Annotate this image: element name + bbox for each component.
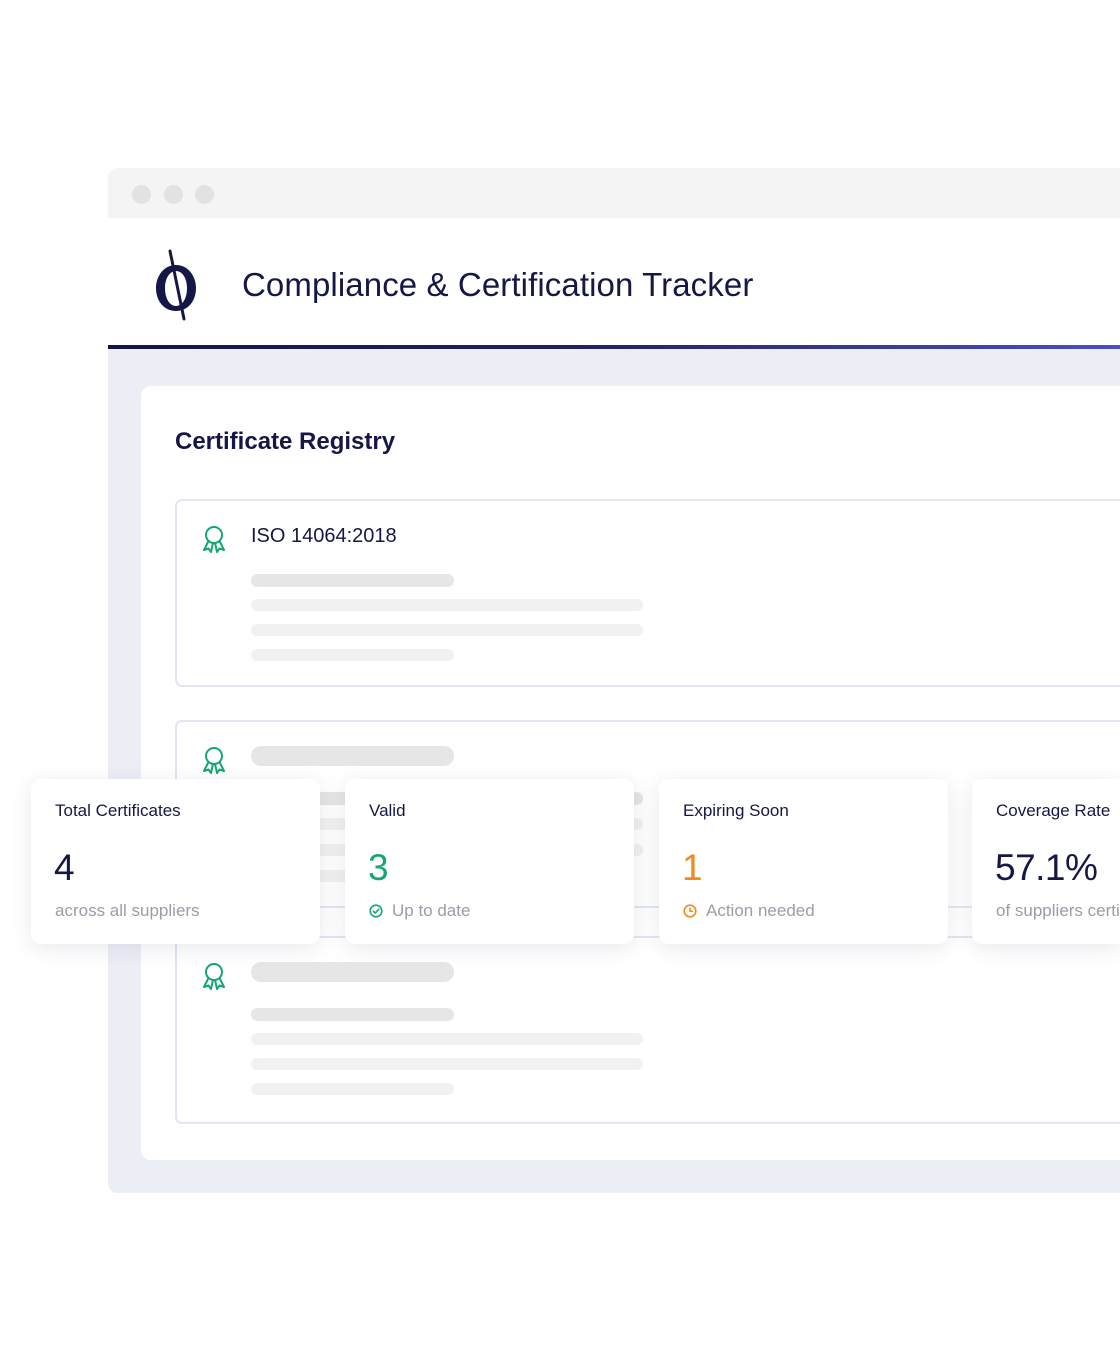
skeleton-title (251, 746, 454, 766)
panel-title: Certificate Registry (175, 428, 396, 455)
stat-card-total-certificates[interactable]: Total Certificates 4 across all supplier… (31, 779, 320, 944)
stat-subtext: Action needed (706, 901, 815, 920)
stat-card-expiring-soon[interactable]: Expiring Soon 1 Action needed (659, 779, 948, 944)
award-ribbon-icon (203, 526, 225, 553)
stat-value: 1 (682, 847, 703, 888)
skeleton-line (251, 624, 643, 636)
skeleton-line (251, 599, 643, 611)
stat-value: 57.1% (995, 847, 1098, 888)
skeleton-line (251, 649, 454, 661)
stat-label: Valid (369, 801, 406, 820)
stat-subtext: across all suppliers (55, 901, 200, 920)
app-title: Compliance & Certification Tracker (242, 266, 754, 303)
clock-icon (683, 904, 697, 918)
browser-window: Compliance & Certification Tracker Certi… (108, 168, 1120, 1193)
brand-logo-icon (156, 249, 196, 321)
stat-value: 3 (368, 847, 389, 888)
stat-card-coverage-rate[interactable]: Coverage Rate 57.1% of suppliers certifi… (972, 779, 1120, 944)
skeleton-line (251, 1058, 643, 1070)
stat-label: Total Certificates (55, 801, 181, 820)
window-minimize-dot[interactable] (164, 185, 183, 204)
skeleton-line (251, 1033, 643, 1045)
stat-label: Coverage Rate (996, 801, 1111, 820)
award-ribbon-icon (203, 747, 225, 774)
certificate-card[interactable] (175, 936, 1120, 1124)
check-circle-icon (369, 904, 383, 918)
stat-label: Expiring Soon (683, 801, 789, 820)
window-close-dot[interactable] (132, 185, 151, 204)
stat-subtext: of suppliers certified (996, 901, 1120, 920)
stat-subtext: Up to date (392, 901, 471, 920)
stat-card-valid[interactable]: Valid 3 Up to date (345, 779, 634, 944)
header-divider (108, 345, 1120, 349)
skeleton-line (251, 1083, 454, 1095)
window-titlebar (108, 168, 1120, 218)
certificate-name: ISO 14064:2018 (251, 525, 397, 547)
certificate-registry-panel: Certificate Registry ISO 14064:2018 (141, 386, 1120, 1160)
skeleton-title (251, 962, 454, 982)
window-maximize-dot[interactable] (195, 185, 214, 204)
award-ribbon-icon (203, 963, 225, 990)
skeleton-line (251, 1008, 454, 1021)
app-header: Compliance & Certification Tracker (108, 218, 1120, 349)
stat-value: 4 (54, 847, 75, 888)
certificate-card[interactable]: ISO 14064:2018 (175, 499, 1120, 687)
skeleton-line (251, 574, 454, 587)
